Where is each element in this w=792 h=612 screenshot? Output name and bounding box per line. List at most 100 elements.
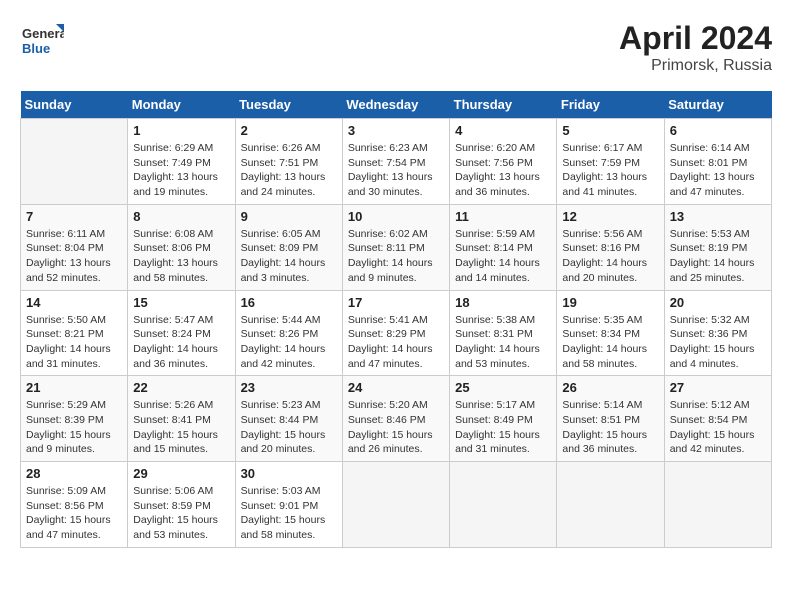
- day-info: Sunrise: 5:03 AMSunset: 9:01 PMDaylight:…: [241, 484, 337, 543]
- day-info: Sunrise: 6:26 AMSunset: 7:51 PMDaylight:…: [241, 141, 337, 200]
- calendar-cell: 6Sunrise: 6:14 AMSunset: 8:01 PMDaylight…: [664, 119, 771, 205]
- calendar-cell: [557, 462, 664, 548]
- header-wednesday: Wednesday: [342, 91, 449, 119]
- day-number: 11: [455, 209, 551, 224]
- calendar-cell: 1 Sunrise: 6:29 AMSunset: 7:49 PMDaylight…: [128, 119, 235, 205]
- calendar-cell: 7Sunrise: 6:11 AMSunset: 8:04 PMDaylight…: [21, 204, 128, 290]
- calendar-table: SundayMondayTuesdayWednesdayThursdayFrid…: [20, 91, 772, 548]
- day-number: 27: [670, 380, 766, 395]
- day-number: 20: [670, 295, 766, 310]
- day-number: 21: [26, 380, 122, 395]
- day-info: Sunrise: 5:26 AMSunset: 8:41 PMDaylight:…: [133, 398, 229, 457]
- week-row-2: 7Sunrise: 6:11 AMSunset: 8:04 PMDaylight…: [21, 204, 772, 290]
- calendar-cell: 23 Sunrise: 5:23 AMSunset: 8:44 PMDayligh…: [235, 376, 342, 462]
- calendar-cell: 12 Sunrise: 5:56 AMSunset: 8:16 PMDayligh…: [557, 204, 664, 290]
- header-friday: Friday: [557, 91, 664, 119]
- calendar-cell: 26Sunrise: 5:14 AMSunset: 8:51 PMDayligh…: [557, 376, 664, 462]
- day-info: Sunrise: 5:29 AMSunset: 8:39 PMDaylight:…: [26, 398, 122, 457]
- day-info: Sunrise: 5:12 AMSunset: 8:54 PMDaylight:…: [670, 398, 766, 457]
- week-row-4: 21 Sunrise: 5:29 AMSunset: 8:39 PMDayligh…: [21, 376, 772, 462]
- month-year-title: April 2024: [619, 20, 772, 57]
- day-number: 14: [26, 295, 122, 310]
- calendar-cell: 11 Sunrise: 5:59 AMSunset: 8:14 PMDayligh…: [450, 204, 557, 290]
- header-saturday: Saturday: [664, 91, 771, 119]
- week-row-1: 1 Sunrise: 6:29 AMSunset: 7:49 PMDaylight…: [21, 119, 772, 205]
- day-info: Sunrise: 5:38 AMSunset: 8:31 PMDaylight:…: [455, 313, 551, 372]
- calendar-cell: 30Sunrise: 5:03 AMSunset: 9:01 PMDayligh…: [235, 462, 342, 548]
- day-number: 8: [133, 209, 229, 224]
- calendar-cell: 8 Sunrise: 6:08 AMSunset: 8:06 PMDaylight…: [128, 204, 235, 290]
- day-number: 23: [241, 380, 337, 395]
- header-tuesday: Tuesday: [235, 91, 342, 119]
- day-info: Sunrise: 6:17 AMSunset: 7:59 PMDaylight:…: [562, 141, 658, 200]
- page-header: General Blue April 2024 Primorsk, Russia: [20, 20, 772, 75]
- calendar-cell: [450, 462, 557, 548]
- logo-icon: General Blue: [20, 20, 64, 64]
- svg-text:Blue: Blue: [22, 41, 50, 56]
- calendar-cell: 4 Sunrise: 6:20 AMSunset: 7:56 PMDaylight…: [450, 119, 557, 205]
- day-number: 29: [133, 466, 229, 481]
- day-info: Sunrise: 5:44 AMSunset: 8:26 PMDaylight:…: [241, 313, 337, 372]
- day-number: 19: [562, 295, 658, 310]
- day-number: 10: [348, 209, 444, 224]
- calendar-cell: 15 Sunrise: 5:47 AMSunset: 8:24 PMDayligh…: [128, 290, 235, 376]
- day-info: Sunrise: 6:20 AMSunset: 7:56 PMDaylight:…: [455, 141, 551, 200]
- header-monday: Monday: [128, 91, 235, 119]
- day-number: 15: [133, 295, 229, 310]
- day-info: Sunrise: 5:56 AMSunset: 8:16 PMDaylight:…: [562, 227, 658, 286]
- day-number: 13: [670, 209, 766, 224]
- calendar-cell: 27 Sunrise: 5:12 AMSunset: 8:54 PMDayligh…: [664, 376, 771, 462]
- day-number: 24: [348, 380, 444, 395]
- day-number: 9: [241, 209, 337, 224]
- day-info: Sunrise: 5:50 AMSunset: 8:21 PMDaylight:…: [26, 313, 122, 372]
- day-info: Sunrise: 5:47 AMSunset: 8:24 PMDaylight:…: [133, 313, 229, 372]
- day-info: Sunrise: 5:59 AMSunset: 8:14 PMDaylight:…: [455, 227, 551, 286]
- day-info: Sunrise: 6:11 AMSunset: 8:04 PMDaylight:…: [26, 227, 122, 286]
- day-info: Sunrise: 6:08 AMSunset: 8:06 PMDaylight:…: [133, 227, 229, 286]
- day-info: Sunrise: 5:32 AMSunset: 8:36 PMDaylight:…: [670, 313, 766, 372]
- svg-text:General: General: [22, 26, 64, 41]
- day-number: 22: [133, 380, 229, 395]
- day-info: Sunrise: 5:14 AMSunset: 8:51 PMDaylight:…: [562, 398, 658, 457]
- day-info: Sunrise: 5:17 AMSunset: 8:49 PMDaylight:…: [455, 398, 551, 457]
- day-number: 18: [455, 295, 551, 310]
- day-number: 28: [26, 466, 122, 481]
- header-thursday: Thursday: [450, 91, 557, 119]
- day-info: Sunrise: 5:09 AMSunset: 8:56 PMDaylight:…: [26, 484, 122, 543]
- week-row-5: 28 Sunrise: 5:09 AMSunset: 8:56 PMDayligh…: [21, 462, 772, 548]
- calendar-cell: 22 Sunrise: 5:26 AMSunset: 8:41 PMDayligh…: [128, 376, 235, 462]
- calendar-cell: [664, 462, 771, 548]
- week-row-3: 14 Sunrise: 5:50 AMSunset: 8:21 PMDayligh…: [21, 290, 772, 376]
- day-number: 5: [562, 123, 658, 138]
- calendar-cell: 21 Sunrise: 5:29 AMSunset: 8:39 PMDayligh…: [21, 376, 128, 462]
- day-info: Sunrise: 6:14 AMSunset: 8:01 PMDaylight:…: [670, 141, 766, 200]
- logo: General Blue: [20, 20, 64, 64]
- calendar-cell: 25Sunrise: 5:17 AMSunset: 8:49 PMDayligh…: [450, 376, 557, 462]
- calendar-cell: 10 Sunrise: 6:02 AMSunset: 8:11 PMDayligh…: [342, 204, 449, 290]
- calendar-cell: 28 Sunrise: 5:09 AMSunset: 8:56 PMDayligh…: [21, 462, 128, 548]
- day-number: 16: [241, 295, 337, 310]
- day-info: Sunrise: 6:02 AMSunset: 8:11 PMDaylight:…: [348, 227, 444, 286]
- day-number: 12: [562, 209, 658, 224]
- location-subtitle: Primorsk, Russia: [619, 57, 772, 75]
- day-info: Sunrise: 6:05 AMSunset: 8:09 PMDaylight:…: [241, 227, 337, 286]
- day-number: 1: [133, 123, 229, 138]
- weekday-header-row: SundayMondayTuesdayWednesdayThursdayFrid…: [21, 91, 772, 119]
- day-number: 3: [348, 123, 444, 138]
- day-number: 17: [348, 295, 444, 310]
- calendar-cell: [342, 462, 449, 548]
- calendar-cell: 9 Sunrise: 6:05 AMSunset: 8:09 PMDaylight…: [235, 204, 342, 290]
- day-info: Sunrise: 5:23 AMSunset: 8:44 PMDaylight:…: [241, 398, 337, 457]
- calendar-cell: 19Sunrise: 5:35 AMSunset: 8:34 PMDayligh…: [557, 290, 664, 376]
- calendar-cell: 18 Sunrise: 5:38 AMSunset: 8:31 PMDayligh…: [450, 290, 557, 376]
- calendar-cell: 29Sunrise: 5:06 AMSunset: 8:59 PMDayligh…: [128, 462, 235, 548]
- day-number: 4: [455, 123, 551, 138]
- calendar-cell: 5 Sunrise: 6:17 AMSunset: 7:59 PMDaylight…: [557, 119, 664, 205]
- day-info: Sunrise: 6:29 AMSunset: 7:49 PMDaylight:…: [133, 141, 229, 200]
- title-block: April 2024 Primorsk, Russia: [619, 20, 772, 75]
- header-sunday: Sunday: [21, 91, 128, 119]
- calendar-cell: 3Sunrise: 6:23 AMSunset: 7:54 PMDaylight…: [342, 119, 449, 205]
- calendar-cell: 14 Sunrise: 5:50 AMSunset: 8:21 PMDayligh…: [21, 290, 128, 376]
- calendar-cell: 20 Sunrise: 5:32 AMSunset: 8:36 PMDayligh…: [664, 290, 771, 376]
- calendar-cell: 17Sunrise: 5:41 AMSunset: 8:29 PMDayligh…: [342, 290, 449, 376]
